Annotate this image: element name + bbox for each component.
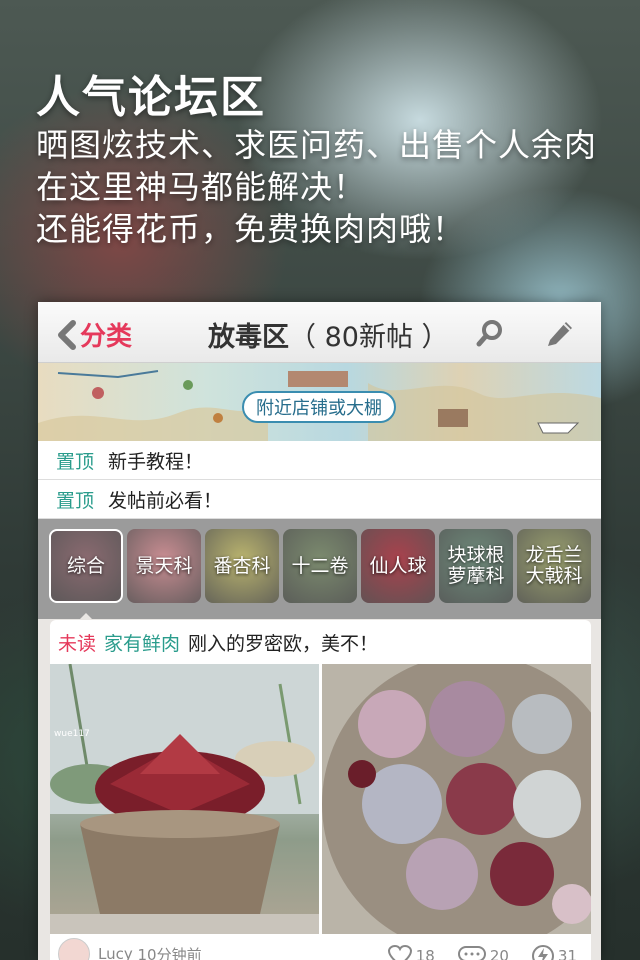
post-stats: 18 20 31 <box>387 944 577 960</box>
page-title-main: 放毒区 <box>208 322 289 353</box>
pinned-text: 发帖前必看！ <box>108 489 223 512</box>
comment-count: 20 <box>489 947 509 960</box>
page-title: 放毒区（ 80新帖 ） <box>208 315 449 354</box>
post-footer: Lucy 10分钟前 18 20 31 <box>50 934 591 960</box>
navigation-bar: 分类 放毒区（ 80新帖 ） <box>38 302 601 363</box>
succulent-pot-image: wue117 <box>50 664 319 934</box>
like-button[interactable]: 18 <box>387 945 435 960</box>
pinned-tag: 置顶 <box>56 450 95 473</box>
like-count: 18 <box>415 947 435 960</box>
pinned-list: 置顶 新手教程！ 置顶 发帖前必看！ <box>38 441 601 519</box>
back-button[interactable]: 分类 <box>56 316 132 353</box>
pinned-item[interactable]: 置顶 发帖前必看！ <box>38 480 601 519</box>
chevron-left-icon <box>58 319 76 350</box>
post-title[interactable]: 刚入的罗密欧，美不！ <box>188 629 378 656</box>
category-label: 仙人球 <box>369 554 427 577</box>
heart-icon <box>387 945 412 960</box>
post-header: 未读 家有鲜肉 刚入的罗密欧，美不！ <box>50 620 591 664</box>
category-label: 块球根 萝藦科 <box>447 544 505 587</box>
search-icon[interactable] <box>476 318 506 348</box>
pinned-tag: 置顶 <box>56 489 95 512</box>
app-screen: 分类 放毒区（ 80新帖 ） 附近店铺或大棚 置顶 新手教程！ 置顶 发帖前必看… <box>38 302 601 960</box>
promo-line-2: 在这里神马都能解决！ <box>36 168 367 206</box>
avatar[interactable] <box>58 938 90 960</box>
post-time: 10分钟前 <box>137 945 202 960</box>
page-title-count: （ 80新帖 ） <box>289 322 449 353</box>
category-tab[interactable]: 综合 <box>49 529 123 603</box>
edit-icon[interactable] <box>544 316 576 348</box>
pinned-item[interactable]: 置顶 新手教程！ <box>38 441 601 480</box>
unread-badge: 未读 <box>58 632 97 655</box>
category-label: 番杏科 <box>213 554 271 577</box>
back-label: 分类 <box>80 322 133 352</box>
photo-watermark: wue117 <box>54 729 90 739</box>
promo-text: 人气论坛区 晒图炫技术、求医问药、出售个人余肉 在这里神马都能解决！ 还能得花币… <box>36 72 597 250</box>
category-label: 综合 <box>66 554 105 577</box>
comment-button[interactable]: 20 <box>457 945 509 960</box>
category-label: 景天科 <box>135 554 193 577</box>
category-strip: 综合 景天科 番杏科 十二卷 仙人球 块球根 萝藦科 龙舌兰 大戟科 <box>38 519 601 623</box>
category-tab[interactable]: 仙人球 <box>361 529 435 603</box>
category-tab[interactable]: 番杏科 <box>205 529 279 603</box>
post-author[interactable]: Lucy <box>98 945 133 960</box>
category-label: 十二卷 <box>291 554 349 577</box>
category-tab[interactable]: 块球根 萝藦科 <box>439 529 513 603</box>
category-tab[interactable]: 龙舌兰 大戟科 <box>517 529 591 603</box>
post-photo[interactable] <box>322 664 591 934</box>
pinned-text: 新手教程！ <box>108 450 204 473</box>
succulent-wreath-image <box>322 664 591 934</box>
category-label: 龙舌兰 大戟科 <box>525 544 583 587</box>
map-banner[interactable]: 附近店铺或大棚 <box>38 363 601 441</box>
post-photo[interactable]: wue117 <box>50 664 319 934</box>
category-tab[interactable]: 景天科 <box>127 529 201 603</box>
post-photos: wue117 <box>50 664 591 934</box>
post-board[interactable]: 家有鲜肉 <box>104 629 180 656</box>
promo-line-3: 还能得花币，免费换肉肉哦！ <box>36 210 466 248</box>
promo-line-1: 晒图炫技术、求医问药、出售个人余肉 <box>36 126 598 164</box>
category-tab[interactable]: 十二卷 <box>283 529 357 603</box>
share-count: 31 <box>557 947 577 960</box>
nearby-stores-label[interactable]: 附近店铺或大棚 <box>242 391 396 423</box>
post-card[interactable]: 未读 家有鲜肉 刚入的罗密欧，美不！ wue117 Lucy 10分钟前 18 … <box>50 620 591 960</box>
share-button[interactable]: 31 <box>531 944 577 960</box>
promo-title: 人气论坛区 <box>36 72 266 123</box>
lightning-icon <box>531 945 554 960</box>
comment-icon <box>457 946 486 960</box>
